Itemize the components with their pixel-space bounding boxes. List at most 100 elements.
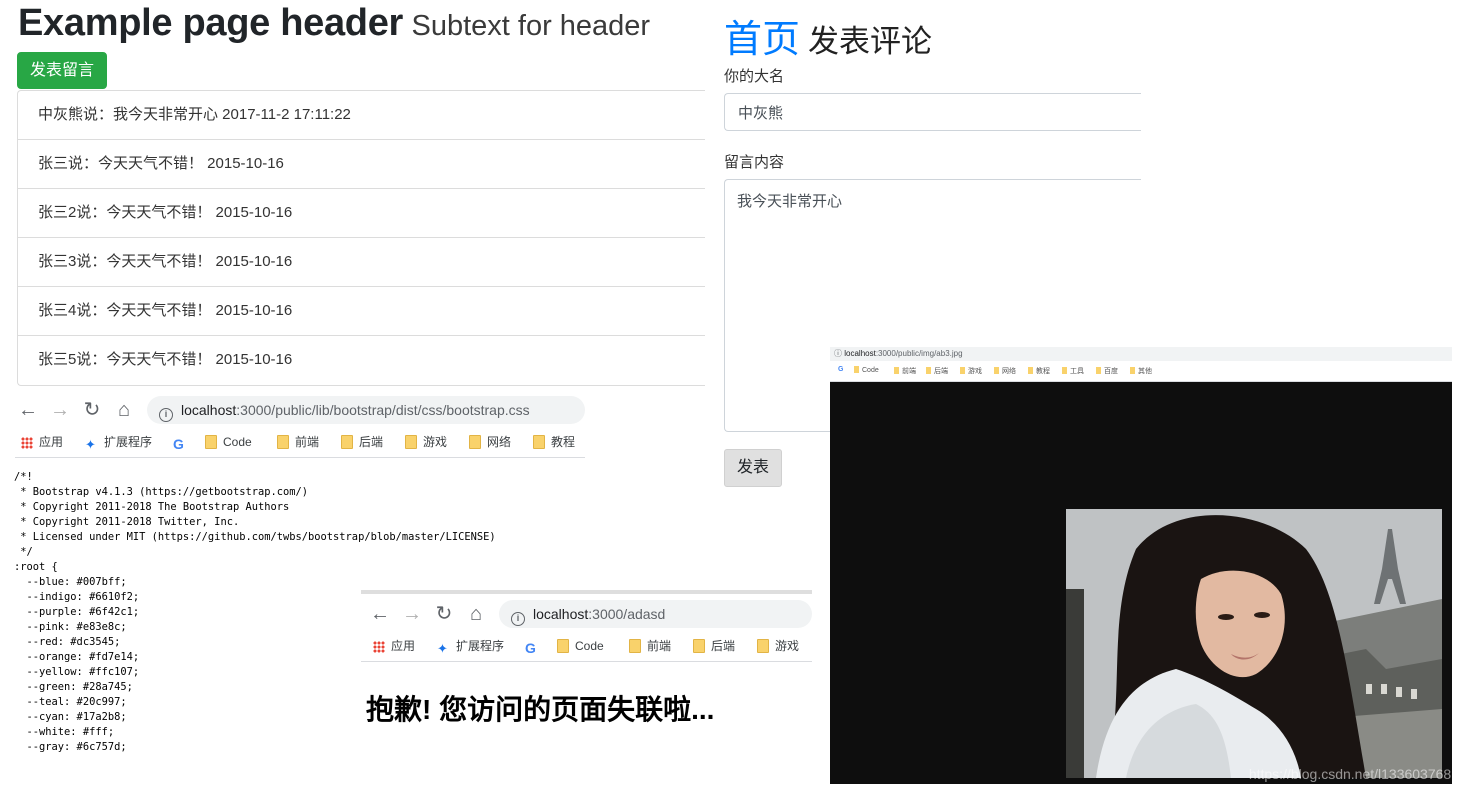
bookmark-label: 应用 xyxy=(39,435,64,449)
folder-icon xyxy=(341,435,353,449)
apps-icon xyxy=(373,641,385,653)
url-host: localhost xyxy=(533,606,589,622)
name-label: 你的大名 xyxy=(724,68,785,85)
bookmark-label: 扩展程序 xyxy=(456,639,505,653)
url-path: :3000/public/lib/bootstrap/dist/css/boot… xyxy=(236,402,530,418)
post-comment-button[interactable]: 发表留言 xyxy=(17,52,107,89)
bookmark-folder[interactable]: 其他 xyxy=(1130,366,1152,376)
bookmark-google[interactable]: G xyxy=(173,433,190,453)
bookmark-folder[interactable]: 游戏 xyxy=(960,366,982,376)
address-bar[interactable]: i localhost:3000/adasd xyxy=(499,600,812,628)
forward-icon[interactable]: → xyxy=(49,396,71,424)
form-header: 首页 发表评论 xyxy=(724,8,932,63)
bookmark-label: 后端 xyxy=(711,639,736,653)
navigation-bar: ← → ↻ ⌂ i localhost:3000/adasd xyxy=(361,600,812,632)
bookmark-label: 游戏 xyxy=(775,639,800,653)
notfound-message: 抱歉! 您访问的页面失联啦... xyxy=(366,694,715,725)
photo-illustration xyxy=(1066,509,1442,778)
google-icon[interactable]: G xyxy=(838,366,843,373)
google-icon: G xyxy=(173,436,184,452)
page-title: Example page header xyxy=(18,2,404,44)
folder-icon xyxy=(757,639,769,653)
puzzle-icon: ✦ xyxy=(85,437,96,452)
bookmark-folder[interactable]: 前端 xyxy=(894,366,916,376)
bookmark-folder[interactable]: 网络 xyxy=(469,433,511,451)
bookmark-folder[interactable]: 前端 xyxy=(277,433,319,451)
bookmark-label: 网络 xyxy=(1002,368,1016,375)
home-icon[interactable]: ⌂ xyxy=(465,600,487,628)
bookmark-label: 网络 xyxy=(487,435,512,449)
bookmark-folder[interactable]: 教程 xyxy=(533,433,575,451)
viewer-bookmarks-bar: G Code 前端 后端 游戏 网络 教程 工具 百度 其他 xyxy=(830,361,1452,382)
bookmark-folder[interactable]: 工具 xyxy=(1062,366,1084,376)
forward-icon[interactable]: → xyxy=(401,600,423,628)
list-item: 张三4说：今天天气不错！ 2015-10-16 xyxy=(18,287,705,336)
notfound-browser-window: ← → ↻ ⌂ i localhost:3000/adasd 应用 ✦ 扩展程序 G… xyxy=(361,590,812,662)
bookmark-apps[interactable]: 应用 xyxy=(21,433,63,451)
folder-icon xyxy=(405,435,417,449)
bookmark-label: 其他 xyxy=(1138,368,1152,375)
bookmark-folder[interactable]: 前端 xyxy=(629,637,671,655)
address-bar[interactable]: i localhost:3000/public/lib/bootstrap/dis… xyxy=(147,396,585,424)
page-subtext: Subtext for header xyxy=(411,10,651,42)
bookmark-folder[interactable]: Code xyxy=(557,637,604,655)
bookmark-folder[interactable]: 后端 xyxy=(693,637,735,655)
css-browser-window: ← → ↻ ⌂ i localhost:3000/public/lib/boots… xyxy=(15,396,585,458)
reload-icon[interactable]: ↻ xyxy=(81,396,103,424)
bookmark-folder[interactable]: Code xyxy=(854,366,879,374)
bookmark-label: 百度 xyxy=(1104,368,1118,375)
bookmark-folder[interactable]: 百度 xyxy=(1096,366,1118,376)
back-icon[interactable]: ← xyxy=(17,396,39,424)
bookmark-label: 游戏 xyxy=(968,368,982,375)
folder-icon xyxy=(629,639,641,653)
bookmark-extensions[interactable]: ✦ 扩展程序 xyxy=(437,637,504,655)
list-item: 张三2说：今天天气不错！ 2015-10-16 xyxy=(18,189,705,238)
bookmark-label: 游戏 xyxy=(423,435,448,449)
bookmark-label: 前端 xyxy=(902,368,916,375)
google-icon: G xyxy=(525,640,536,656)
list-item: 张三5说：今天天气不错！ 2015-10-16 xyxy=(38,351,293,368)
navigation-bar: ← → ↻ ⌂ i localhost:3000/public/lib/boots… xyxy=(15,396,585,428)
viewer-address-bar[interactable]: ⓘ localhost:3000/public/img/ab3.jpg xyxy=(830,347,1452,361)
folder-icon xyxy=(557,639,569,653)
url-host: localhost xyxy=(181,402,237,418)
bookmark-extensions[interactable]: ✦ 扩展程序 xyxy=(85,433,152,451)
bookmark-label: Code xyxy=(862,367,879,374)
comment-list: 中灰熊说：我今天非常开心 2017-11-2 17:11:22 张三说：今天天气… xyxy=(17,90,705,386)
bookmark-folder[interactable]: 后端 xyxy=(341,433,383,451)
home-icon[interactable]: ⌂ xyxy=(113,396,135,424)
bookmark-label: 后端 xyxy=(934,368,948,375)
content-label: 留言内容 xyxy=(724,154,785,171)
bookmark-folder[interactable]: 教程 xyxy=(1028,366,1050,376)
bookmark-label: 工具 xyxy=(1070,368,1084,375)
bookmark-label: 扩展程序 xyxy=(104,435,153,449)
info-icon[interactable]: i xyxy=(511,612,525,626)
home-link[interactable]: 首页 xyxy=(724,19,800,61)
bookmark-apps[interactable]: 应用 xyxy=(373,637,415,655)
bookmark-folder[interactable]: Code xyxy=(205,433,252,451)
form-title: 发表评论 xyxy=(808,24,933,59)
bookmark-google[interactable]: G xyxy=(525,637,542,657)
bookmark-label: Code xyxy=(223,435,252,449)
bookmark-label: 应用 xyxy=(391,639,416,653)
watermark: https://blog.csdn.net/l1336037686 xyxy=(1248,766,1459,782)
list-item: 中灰熊说：我今天非常开心 2017-11-2 17:11:22 xyxy=(18,91,705,140)
list-item: 张三3说：今天天气不错！ 2015-10-16 xyxy=(18,238,705,287)
puzzle-icon: ✦ xyxy=(437,641,448,656)
apps-icon xyxy=(21,437,33,449)
portrait-photo xyxy=(1066,509,1442,778)
list-item: 张三说：今天天气不错！ 2015-10-16 xyxy=(18,140,705,189)
name-field[interactable] xyxy=(724,93,1141,131)
folder-icon xyxy=(469,435,481,449)
reload-icon[interactable]: ↻ xyxy=(433,600,455,628)
bookmark-folder[interactable]: 游戏 xyxy=(757,637,799,655)
folder-icon xyxy=(693,639,705,653)
back-icon[interactable]: ← xyxy=(369,600,391,628)
url-host: localhost xyxy=(844,349,876,358)
bookmark-folder[interactable]: 后端 xyxy=(926,366,948,376)
folder-icon xyxy=(277,435,289,449)
bookmark-folder[interactable]: 游戏 xyxy=(405,433,447,451)
submit-button[interactable]: 发表 xyxy=(724,449,782,487)
info-icon[interactable]: i xyxy=(159,408,173,422)
bookmark-folder[interactable]: 网络 xyxy=(994,366,1016,376)
